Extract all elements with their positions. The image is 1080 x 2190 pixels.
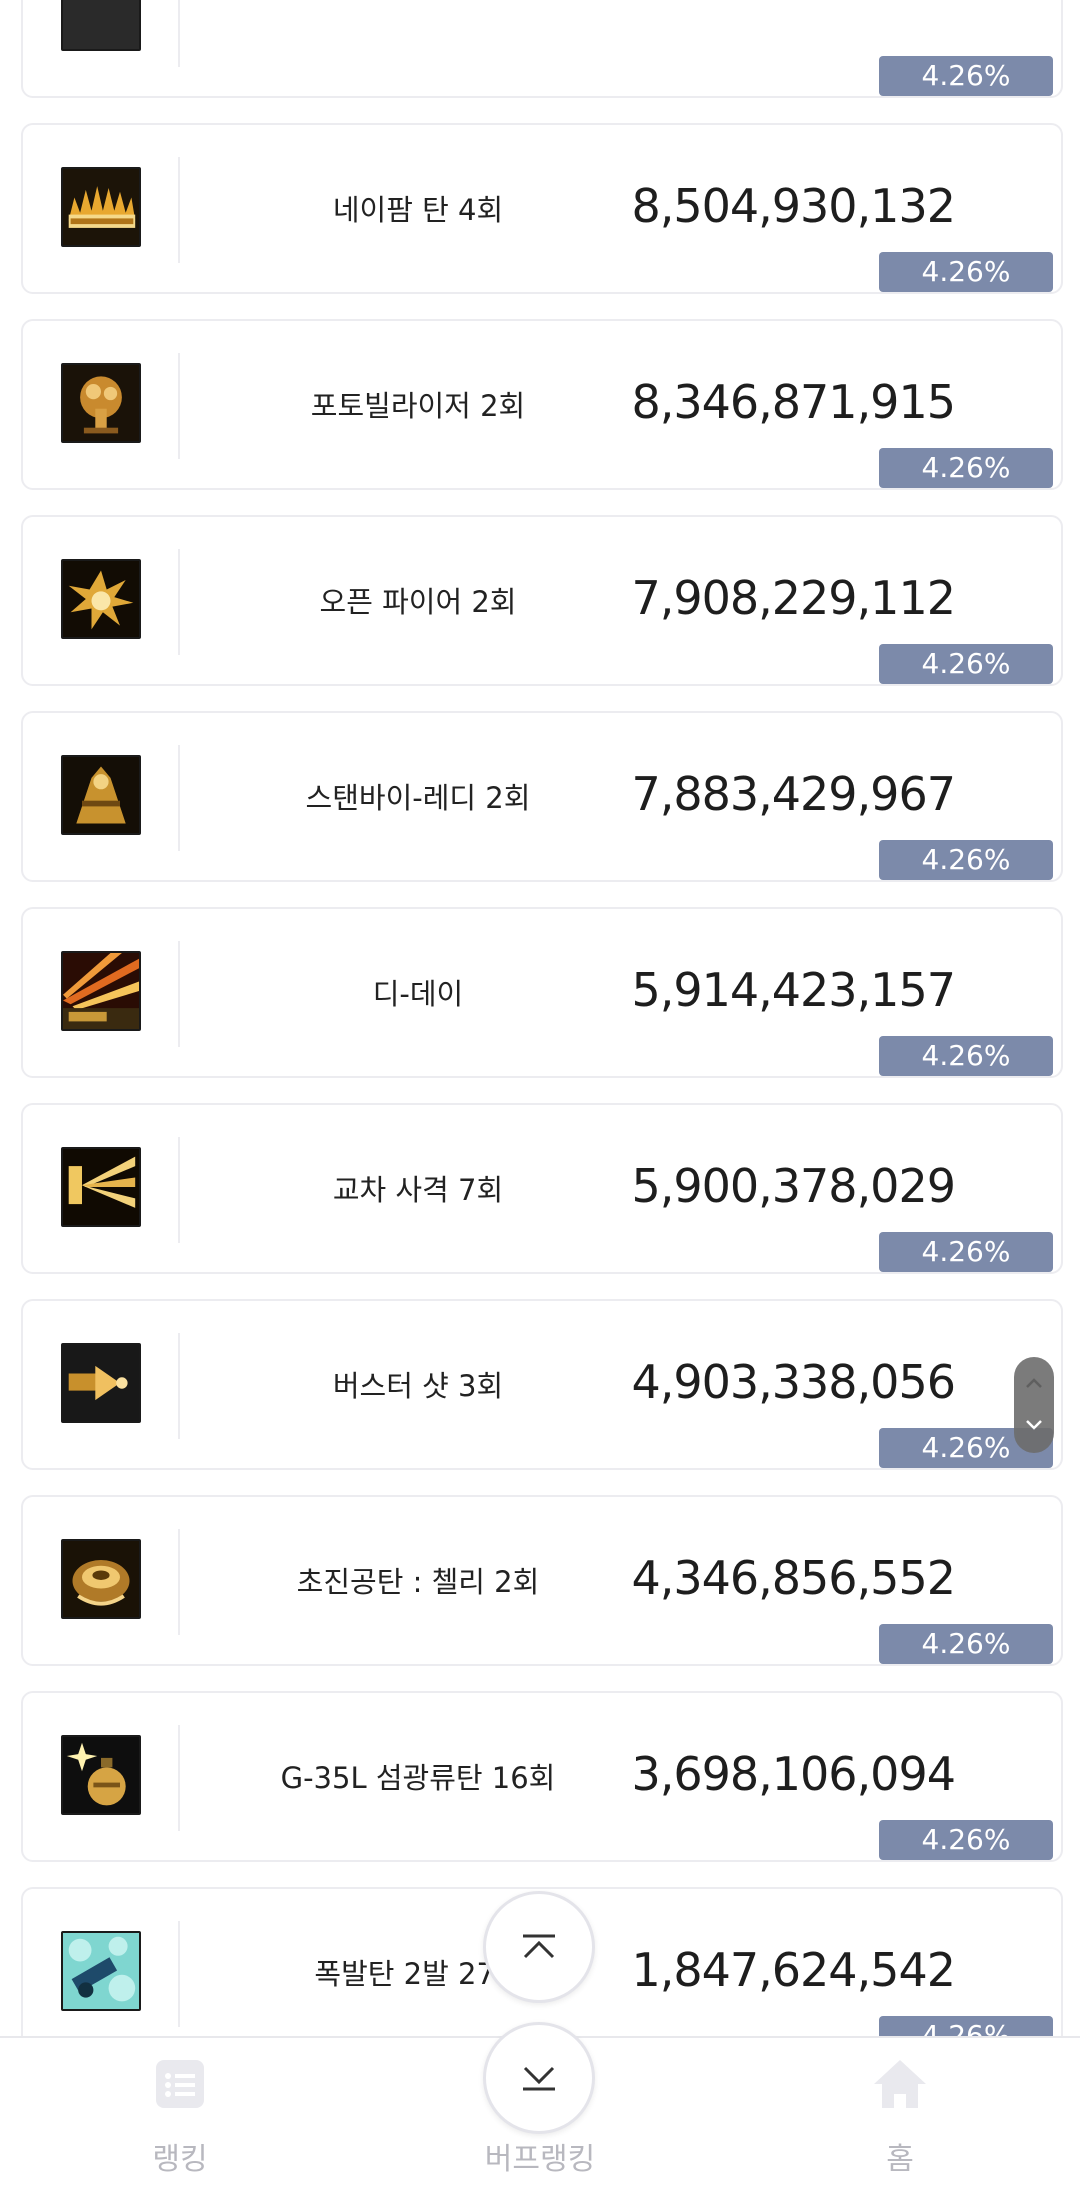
row-divider [178, 549, 180, 655]
damage-value: 5,900,378,029 [631, 1159, 956, 1213]
buster-shot-icon [61, 1343, 141, 1423]
nav-ranking[interactable]: 랭킹 [80, 2054, 280, 2184]
cropped-skill-icon [61, 0, 141, 51]
nav-buff-ranking-label: 버프랭킹 [484, 2142, 596, 2177]
percent-badge: 4.26% [879, 644, 1053, 684]
skill-name: 포토빌라이저 2회 [310, 389, 526, 423]
skill-row[interactable]: 교차 사격 7회 5,900,378,029 4.26% [21, 1103, 1063, 1274]
nav-ranking-label: 랭킹 [152, 2142, 208, 2177]
skill-ranking-screen: 4.26% 네이팜 탄 4회 8,504,930,132 4.26% 포토빌라이저 2회… [0, 0, 1080, 2190]
percent-badge: 4.26% [879, 840, 1053, 880]
skill-row[interactable]: 버스터 샷 3회 4,903,338,056 4.26% [21, 1299, 1063, 1470]
damage-value: 7,883,429,967 [631, 767, 956, 821]
photovilizer-explosion-icon [61, 363, 141, 443]
percent-badge: 4.26% [879, 252, 1053, 292]
skill-name: G-35L 섬광류탄 16회 [280, 1761, 556, 1795]
skill-name: 네이팜 탄 4회 [332, 193, 504, 227]
napalm-fire-icon [61, 167, 141, 247]
row-divider [178, 745, 180, 851]
skill-row[interactable]: 스탠바이-레디 2회 7,883,429,967 4.26% [21, 711, 1063, 882]
percent-badge: 4.26% [879, 448, 1053, 488]
nav-home[interactable]: 홈 [800, 2054, 1000, 2184]
home-icon [870, 2054, 930, 2114]
chevron-up-bar-icon [523, 1934, 555, 1959]
skill-row[interactable]: 네이팜 탄 4회 8,504,930,132 4.26% [21, 123, 1063, 294]
row-divider [178, 0, 180, 67]
row-divider [178, 157, 180, 263]
skill-row[interactable]: 디-데이 5,914,423,157 4.26% [21, 907, 1063, 1078]
standby-ready-icon [61, 755, 141, 835]
scroll-control[interactable] [1014, 1357, 1054, 1453]
skill-name: 교차 사격 7회 [332, 1173, 504, 1207]
flash-grenade-icon [61, 1735, 141, 1815]
percent-badge: 4.26% [879, 1232, 1053, 1272]
vacuum-bomb-icon [61, 1539, 141, 1619]
skill-name: 스탠바이-레디 2회 [305, 781, 531, 815]
skill-row[interactable]: 4.26% [21, 0, 1063, 98]
scroll-to-bottom-button[interactable] [483, 2022, 595, 2134]
skill-row[interactable]: 초진공탄 : 첼리 2회 4,346,856,552 4.26% [21, 1495, 1063, 1666]
chevron-down-bar-icon [523, 2066, 555, 2091]
damage-value: 8,504,930,132 [631, 179, 956, 233]
skill-row[interactable]: G-35L 섬광류탄 16회 3,698,106,094 4.26% [21, 1691, 1063, 1862]
damage-value: 7,908,229,112 [631, 571, 956, 625]
skill-name: 디-데이 [372, 977, 464, 1011]
scroll-to-top-button[interactable] [483, 1891, 595, 2003]
chevron-down-icon [1026, 1420, 1042, 1430]
damage-value: 5,914,423,157 [631, 963, 956, 1017]
explosive-round-icon [61, 1931, 141, 2011]
row-divider [178, 1725, 180, 1831]
damage-value: 8,346,871,915 [631, 375, 956, 429]
row-divider [178, 941, 180, 1047]
scroll-up-button[interactable] [1014, 1363, 1054, 1403]
d-day-icon [61, 951, 141, 1031]
percent-badge: 4.26% [879, 1624, 1053, 1664]
scroll-down-button[interactable] [1014, 1405, 1054, 1445]
percent-badge: 4.26% [879, 56, 1053, 96]
damage-value: 3,698,106,094 [631, 1747, 956, 1801]
skill-name: 버스터 샷 3회 [332, 1369, 504, 1403]
row-divider [178, 1333, 180, 1439]
chevron-up-icon [1026, 1378, 1042, 1388]
row-divider [178, 1137, 180, 1243]
percent-badge: 4.26% [879, 1820, 1053, 1860]
skill-name: 오픈 파이어 2회 [319, 585, 517, 619]
row-divider [178, 353, 180, 459]
row-divider [178, 1921, 180, 2027]
list-icon [150, 2054, 210, 2114]
damage-value: 4,346,856,552 [631, 1551, 956, 1605]
damage-value: 1,847,624,542 [631, 1943, 956, 1997]
open-fire-icon [61, 559, 141, 639]
percent-badge: 4.26% [879, 1036, 1053, 1076]
row-divider [178, 1529, 180, 1635]
skill-row[interactable]: 포토빌라이저 2회 8,346,871,915 4.26% [21, 319, 1063, 490]
skill-row[interactable]: 오픈 파이어 2회 7,908,229,112 4.26% [21, 515, 1063, 686]
damage-value: 4,903,338,056 [631, 1355, 956, 1409]
skill-name: 초진공탄 : 첼리 2회 [296, 1565, 540, 1599]
cross-fire-icon [61, 1147, 141, 1227]
nav-home-label: 홈 [886, 2142, 914, 2177]
